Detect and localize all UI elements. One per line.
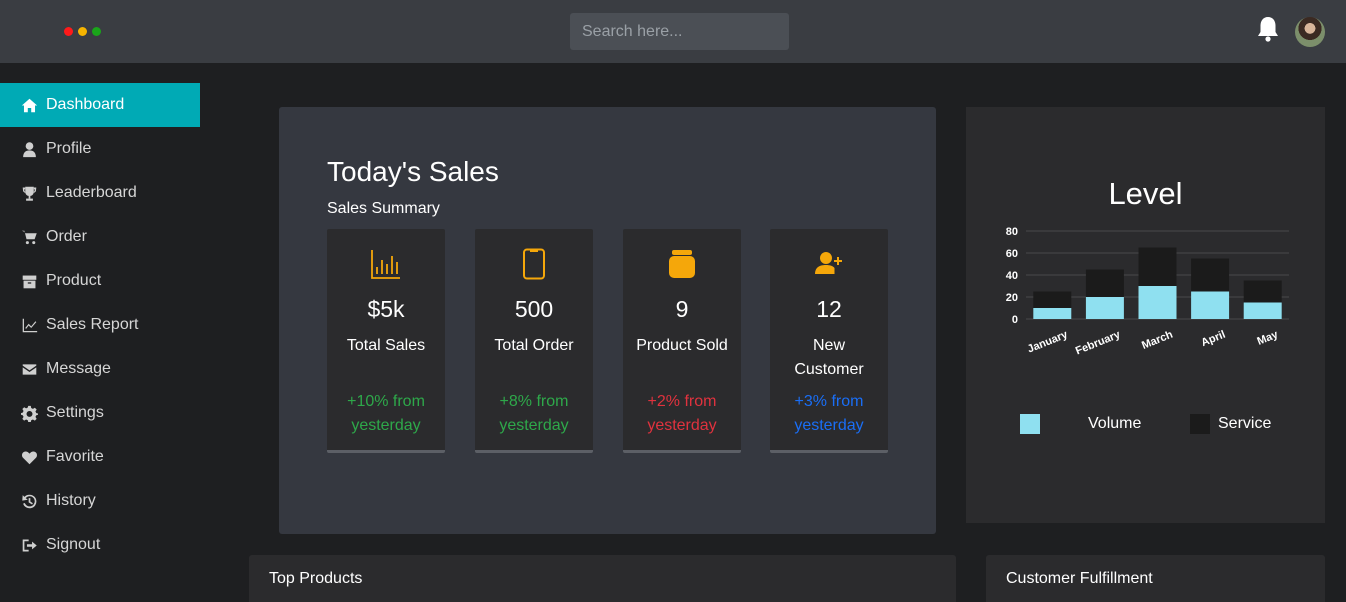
x-tick-label: April [1199, 329, 1227, 350]
stat-change: +3% from yesterday [794, 393, 864, 434]
signout-icon [20, 536, 38, 554]
stat-label: Total Order [494, 337, 574, 354]
history-icon [20, 492, 38, 510]
sidebar-item-label: Signout [46, 536, 101, 553]
top-bar [0, 0, 1346, 63]
sidebar-item-message[interactable]: Message [0, 347, 200, 391]
sidebar-item-label: Message [46, 360, 111, 377]
stat-label: Product Sold [636, 337, 728, 354]
y-tick-label: 0 [1012, 314, 1018, 326]
sidebar-item-leaderboard[interactable]: Leaderboard [0, 171, 200, 215]
legend-label-service: Service [1218, 414, 1272, 432]
x-tick-label: May [1255, 328, 1280, 347]
window-dot-red [64, 27, 73, 36]
stat-card-new-customer[interactable]: 12 New Customer +3% from yesterday [770, 229, 888, 453]
window-dots [64, 27, 101, 36]
bar-volume [1138, 286, 1177, 319]
bar-volume [1033, 308, 1072, 319]
x-tick-label: January [1026, 328, 1070, 355]
heart-icon [20, 448, 38, 466]
stat-change: +10% from yesterday [347, 393, 425, 434]
stat-change: +2% from yesterday [647, 393, 717, 434]
box-icon [20, 272, 38, 290]
x-tick-label: February [1074, 328, 1123, 357]
gear-icon [20, 404, 38, 422]
stat-label: New Customer [794, 337, 864, 378]
sidebar-item-product[interactable]: Product [0, 259, 200, 303]
stat-card-product-sold[interactable]: 9 Product Sold +2% from yesterday [623, 229, 741, 453]
legend-label-volume: Volume [1088, 414, 1142, 432]
sales-subtitle: Sales Summary [327, 200, 440, 217]
sidebar-item-favorite[interactable]: Favorite [0, 435, 200, 479]
sidebar-item-order[interactable]: Order [0, 215, 200, 259]
sidebar-item-sales-report[interactable]: Sales Report [0, 303, 200, 347]
level-card: Level 0 20 40 60 80 January February March April… [966, 107, 1325, 523]
stat-value: $5k [367, 296, 405, 322]
trophy-icon [20, 184, 38, 202]
sidebar-item-label: Leaderboard [46, 184, 137, 201]
legend-swatch-volume [1020, 413, 1040, 434]
sidebar-item-settings[interactable]: Settings [0, 391, 200, 435]
sidebar-item-label: Favorite [46, 448, 104, 465]
sales-card: Today's Sales Sales Summary $5k Total Sa… [279, 107, 936, 534]
x-tick-label: March [1140, 329, 1175, 352]
user-avatar[interactable] [1295, 17, 1325, 47]
top-products-title: Top Products [269, 570, 363, 587]
sidebar-item-dashboard[interactable]: Dashboard [0, 83, 200, 127]
user-icon [20, 140, 38, 158]
sidebar-item-profile[interactable]: Profile [0, 127, 200, 171]
line-chart-icon [20, 316, 38, 334]
stat-change: +8% from yesterday [499, 393, 569, 434]
sidebar: Dashboard Profile Leaderboard Order Prod… [0, 83, 200, 567]
sidebar-item-label: Sales Report [46, 316, 139, 333]
sidebar-item-history[interactable]: History [0, 479, 200, 523]
legend-item-volume[interactable]: Volume [1020, 413, 1141, 434]
home-icon [20, 96, 38, 114]
envelope-icon [20, 360, 38, 378]
bell-icon[interactable] [1256, 15, 1280, 43]
phone-icon [475, 247, 593, 281]
sidebar-item-label: Product [46, 272, 102, 289]
window-dot-green [92, 27, 101, 36]
cart-icon [20, 228, 38, 246]
y-tick-label: 60 [1006, 248, 1018, 260]
sidebar-item-signout[interactable]: Signout [0, 523, 200, 567]
level-bar-chart: 0 20 40 60 80 January February March April May [1006, 226, 1289, 357]
bar-chart-icon [327, 247, 445, 281]
stat-label: Total Sales [346, 337, 426, 354]
y-tick-label: 80 [1006, 226, 1018, 238]
stat-card-total-order[interactable]: 500 Total Order +8% from yesterday [475, 229, 593, 453]
bar-volume [1085, 297, 1124, 319]
bar-volume [1191, 291, 1230, 319]
top-products-panel: Top Products [249, 555, 956, 602]
sidebar-item-label: Order [46, 228, 87, 245]
sidebar-item-label: Settings [46, 404, 104, 421]
sales-title: Today's Sales [327, 156, 499, 187]
bar-volume [1243, 302, 1282, 319]
sidebar-item-label: Dashboard [46, 96, 125, 113]
y-tick-label: 20 [1006, 292, 1018, 304]
legend-swatch-service [1190, 413, 1210, 434]
product-icon [623, 247, 741, 281]
sidebar-item-label: History [46, 492, 96, 509]
stat-value: 9 [675, 296, 689, 322]
y-tick-label: 40 [1006, 270, 1018, 282]
stat-value: 500 [514, 296, 554, 322]
sidebar-item-label: Profile [46, 140, 92, 157]
stat-value: 12 [816, 296, 842, 322]
stat-card-total-sales[interactable]: $5k Total Sales +10% from yesterday [327, 229, 445, 453]
add-user-icon [770, 247, 888, 281]
customer-fulfillment-panel: Customer Fulfillment [986, 555, 1325, 602]
customer-fulfillment-title: Customer Fulfillment [1006, 570, 1153, 587]
legend-item-service[interactable]: Service [1190, 413, 1271, 434]
search-input[interactable] [570, 13, 789, 50]
window-dot-yellow [78, 27, 87, 36]
level-title: Level [1108, 176, 1183, 211]
